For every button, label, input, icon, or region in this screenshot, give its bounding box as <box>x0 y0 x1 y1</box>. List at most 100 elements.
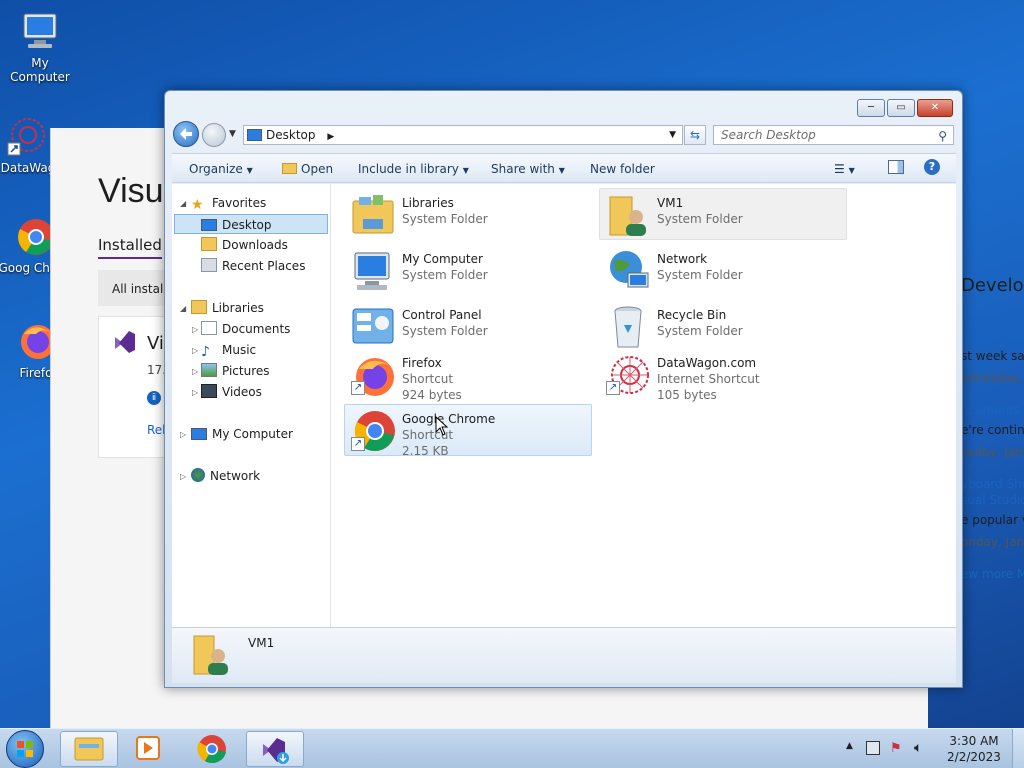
recent-pages-chevron-icon[interactable]: ▼ <box>229 129 236 139</box>
forward-button[interactable] <box>202 123 226 147</box>
list-item[interactable]: Libraries System Folder <box>344 188 592 240</box>
change-view-button[interactable]: ☰ ▼ <box>834 162 855 176</box>
installer-title: Visu <box>98 172 164 210</box>
collapse-arrow-icon[interactable]: ◢ <box>180 199 186 208</box>
nav-libraries[interactable]: Libraries <box>191 298 264 318</box>
list-item[interactable]: My Computer System Folder <box>344 244 592 296</box>
chevron-down-icon: ▼ <box>558 166 565 175</box>
news-link[interactable]: troducing th <box>961 312 1024 328</box>
clock[interactable]: 3:30 AM 2/2/2023 <box>944 733 1004 765</box>
view-more-link[interactable]: ew more Mi <box>961 566 1024 582</box>
desktop-icon <box>201 219 217 231</box>
nav-my-computer[interactable]: My Computer <box>191 424 293 444</box>
list-item[interactable]: Recycle Bin System Folder <box>599 300 847 352</box>
list-item[interactable]: ↗ DataWagon.com Internet Shortcut 105 byte… <box>599 348 847 416</box>
music-icon: ♪ <box>201 344 210 360</box>
expand-arrow-icon[interactable]: ▷ <box>192 325 198 334</box>
taskbar-chrome-button[interactable] <box>182 731 240 767</box>
show-desktop-button[interactable] <box>1012 729 1024 768</box>
back-button[interactable] <box>173 121 199 147</box>
recycle-bin-icon <box>604 303 652 351</box>
refresh-button[interactable]: ⇆ <box>684 125 706 145</box>
new-folder-button[interactable]: New folder <box>590 162 655 176</box>
libraries-icon <box>191 300 207 314</box>
maximize-button[interactable]: ▭ <box>887 99 915 117</box>
breadcrumb-chevron-icon[interactable]: ▶ <box>327 132 334 142</box>
star-icon: ★ <box>191 197 204 213</box>
windows-logo-icon <box>17 741 33 757</box>
include-in-library-button[interactable]: Include in library ▼ <box>358 162 469 176</box>
visual-studio-installer-icon <box>263 738 289 764</box>
desktop-icon-label: DataWag <box>0 161 56 175</box>
release-notes-link[interactable]: Rel <box>147 423 166 437</box>
taskbar-vs-installer-button[interactable] <box>246 731 304 767</box>
details-name: VM1 <box>248 636 275 650</box>
search-icon[interactable]: ⚲ <box>938 127 947 145</box>
shortcut-arrow-icon: ↗ <box>351 381 365 395</box>
control-panel-icon <box>349 303 397 351</box>
news-link[interactable]: sual Studio <box>961 492 1024 508</box>
expand-arrow-icon[interactable]: ▷ <box>180 472 186 481</box>
nav-videos[interactable]: Videos <box>201 382 262 402</box>
action-center-flag-icon[interactable]: ⚑ <box>890 741 906 757</box>
nav-recent-places[interactable]: Recent Places <box>201 256 305 276</box>
nav-downloads[interactable]: Downloads <box>201 235 288 255</box>
start-button[interactable] <box>6 730 44 768</box>
chevron-down-icon: ▼ <box>246 166 253 175</box>
expand-arrow-icon[interactable]: ▷ <box>180 430 186 439</box>
datawagon-icon <box>6 115 50 159</box>
address-bar[interactable]: Desktop ▶ ▼ <box>243 125 683 145</box>
taskbar-explorer-button[interactable] <box>60 731 118 767</box>
news-link[interactable]: ocuments a <box>961 402 1024 418</box>
open-button[interactable]: Open <box>282 162 333 176</box>
info-icon: ⅱ <box>147 391 161 405</box>
desktop-icon-label: My Computer <box>10 56 70 84</box>
tab-installed[interactable]: Installed <box>98 236 162 259</box>
volume-icon[interactable]: 🔈︎ <box>914 740 922 756</box>
expand-arrow-icon[interactable]: ▷ <box>192 388 198 397</box>
firefox-icon: ↗ <box>349 351 397 399</box>
close-button[interactable]: ✕ <box>917 99 953 117</box>
expand-arrow-icon[interactable]: ▷ <box>192 367 198 376</box>
taskbar-media-player-button[interactable] <box>120 731 178 767</box>
news-date: onday, Janu <box>961 535 1024 549</box>
list-item[interactable]: Network System Folder <box>599 244 847 296</box>
user-folder-icon <box>604 191 652 239</box>
search-input[interactable]: Search Desktop ⚲ <box>713 125 954 145</box>
computer-icon <box>349 247 397 295</box>
nav-music[interactable]: ♪ Music <box>201 340 256 360</box>
expand-arrow-icon[interactable]: ▷ <box>192 346 198 355</box>
chrome-icon <box>197 735 226 764</box>
desktop-icon-my-computer[interactable]: My Computer <box>0 10 80 84</box>
news-link[interactable]: yboard Sho <box>961 476 1024 492</box>
user-folder-icon <box>190 632 234 678</box>
product-name: Vi <box>147 333 164 354</box>
search-placeholder: Search Desktop <box>721 128 816 142</box>
nav-desktop[interactable]: Desktop <box>174 214 328 234</box>
nav-network[interactable]: Network <box>191 466 260 486</box>
collapse-arrow-icon[interactable]: ◢ <box>180 304 186 313</box>
nav-pictures[interactable]: Pictures <box>201 361 270 381</box>
documents-icon <box>201 321 217 335</box>
help-icon[interactable]: ? <box>924 159 940 175</box>
downloads-folder-icon <box>201 237 217 251</box>
news-heading: Develope <box>961 275 1024 296</box>
news-link[interactable]: nprovement <box>961 328 1024 344</box>
list-item[interactable]: VM1 System Folder <box>599 188 847 240</box>
datawagon-icon: ↗ <box>604 351 652 399</box>
preview-pane-icon[interactable] <box>888 160 904 174</box>
chevron-down-icon: ▼ <box>848 166 855 175</box>
computer-icon <box>18 10 62 54</box>
organize-button[interactable]: Organize ▼ <box>189 162 253 176</box>
nav-documents[interactable]: Documents <box>201 319 290 339</box>
nav-favorites[interactable]: ★ Favorites <box>191 193 266 213</box>
network-tray-icon[interactable] <box>866 741 880 755</box>
list-item[interactable]: Control Panel System Folder <box>344 300 592 352</box>
back-arrow-icon <box>180 128 192 140</box>
list-item[interactable]: ↗ Google Chrome Shortcut 2.15 KB <box>344 404 592 458</box>
address-dropdown-icon[interactable]: ▼ <box>669 126 676 144</box>
share-with-button[interactable]: Share with ▼ <box>491 162 565 176</box>
pictures-icon <box>201 363 217 377</box>
show-hidden-icons-button[interactable]: ▲ <box>846 741 853 751</box>
minimize-button[interactable]: ─ <box>857 99 885 117</box>
